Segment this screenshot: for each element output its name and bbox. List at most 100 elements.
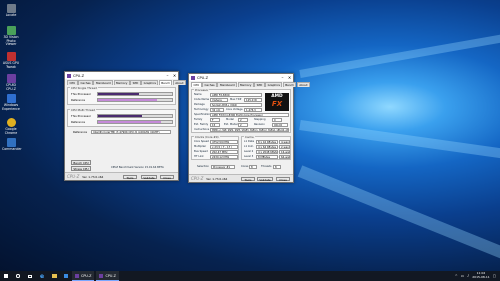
start-button[interactable] bbox=[0, 271, 12, 281]
close-button[interactable]: ✕ bbox=[286, 74, 293, 81]
network-icon[interactable]: ▭ bbox=[461, 274, 464, 278]
desktop-icon-photo-viewer[interactable]: 3D Vision Photo Viewer bbox=[2, 26, 20, 47]
spec-field: AMD FX(tm)-8300 Eight-Core Processor bbox=[210, 113, 289, 117]
tab-about[interactable]: About bbox=[296, 82, 311, 87]
clocks-group: Clocks (Core #0) Core Speed 4752.59 MHz … bbox=[191, 135, 239, 160]
taskbar: e CPU-Z CPU-Z ^ ▭ ♪ 11:02 2015-08-11 ▢ bbox=[0, 271, 500, 281]
technology-field: 32 nm bbox=[210, 108, 224, 112]
cpuz-app-icon bbox=[191, 75, 195, 80]
taskbar-app-cpuz-1[interactable]: CPU-Z bbox=[72, 271, 95, 281]
tools-button[interactable]: Tools bbox=[123, 175, 137, 180]
photo-viewer-icon bbox=[6, 26, 16, 35]
system-tray: ^ ▭ ♪ 11:02 2015-08-11 ▢ bbox=[455, 272, 500, 279]
processor-group: Processor Name AMD FX-8300 Code Name Vis… bbox=[191, 88, 291, 133]
single-ref-fill bbox=[98, 99, 158, 101]
tab-graphics[interactable]: Graphics bbox=[265, 82, 283, 87]
chevron-up-icon[interactable]: ^ bbox=[455, 274, 458, 278]
reference-row: Reference Intel(R) Core(TM) i7-4790K CPU… bbox=[73, 130, 171, 134]
desktop-icon-cpuz[interactable]: CPUID CPU-Z bbox=[2, 74, 20, 91]
stress-cpu-button[interactable]: Stress CPU bbox=[71, 166, 91, 171]
instructions-field: MMX(+), SSE, SSE2, SSE3, SSSE3, SSE4.1, … bbox=[210, 128, 289, 132]
desktop-icon-gpu-tweak[interactable]: ASUS GPU Tweak bbox=[2, 52, 20, 69]
name-field: AMD FX-8300 bbox=[210, 93, 262, 97]
voltage-field: 1.476 V bbox=[244, 108, 262, 112]
taskbar-app-cpuz-2[interactable]: CPU-Z bbox=[96, 271, 119, 281]
desktop-icon-windows-experience[interactable]: Windows Experience bbox=[2, 94, 20, 111]
tab-spd[interactable]: SPD bbox=[254, 82, 265, 87]
close-button[interactable]: ✕ bbox=[171, 72, 178, 79]
cpuz-app-icon bbox=[99, 273, 104, 278]
tab-mainboard[interactable]: Mainboard bbox=[217, 82, 238, 87]
single-ref-bar bbox=[97, 98, 173, 102]
tab-memory[interactable]: Memory bbox=[113, 80, 130, 85]
windows-logo-icon bbox=[3, 273, 9, 279]
multi-ref-fill bbox=[98, 121, 161, 123]
multi-thread-group: CPU Multi Thread This Processor Referenc… bbox=[67, 108, 176, 127]
tab-caches[interactable]: Caches bbox=[201, 82, 218, 87]
selection-dropdown[interactable]: Processor #1 bbox=[211, 165, 235, 169]
tab-about[interactable]: About bbox=[172, 80, 187, 85]
store-button[interactable] bbox=[60, 271, 72, 281]
tab-mainboard[interactable]: Mainboard bbox=[93, 80, 114, 85]
tab-spd[interactable]: SPD bbox=[130, 80, 141, 85]
validate-button[interactable]: Validate bbox=[141, 175, 157, 180]
tab-bar: CPU Caches Mainboard Memory SPD Graphics Bench… bbox=[189, 82, 311, 87]
cpuz-icon bbox=[6, 74, 16, 83]
edge-icon: e bbox=[39, 272, 45, 280]
window-titlebar[interactable]: CPU-Z – ✕ bbox=[189, 74, 293, 81]
volume-icon[interactable]: ♪ bbox=[467, 274, 469, 278]
store-icon bbox=[64, 274, 68, 278]
minimize-button[interactable]: – bbox=[279, 74, 286, 81]
tab-caches[interactable]: Caches bbox=[77, 80, 94, 85]
gpu-tweak-icon bbox=[6, 52, 16, 61]
task-view-button[interactable] bbox=[24, 271, 36, 281]
tab-bench[interactable]: Bench bbox=[282, 82, 297, 87]
search-icon bbox=[16, 274, 20, 278]
tab-cpu[interactable]: CPU bbox=[67, 80, 78, 85]
tab-memory[interactable]: Memory bbox=[237, 82, 254, 87]
cache-group: Cache L1 Data 8 x 16 KBytes 4-way L1 Ins… bbox=[241, 135, 291, 160]
cpuz-app-icon bbox=[67, 73, 71, 78]
cpuz-cpu-window: CPU-Z – ✕ CPU Caches Mainboard Memory SPD Gra… bbox=[188, 73, 311, 183]
edge-button[interactable]: e bbox=[36, 271, 48, 281]
cpuz-bench-window: CPU-Z – ✕ CPU Caches Mainboard Memory SPD Gra… bbox=[64, 71, 187, 181]
search-button[interactable] bbox=[12, 271, 24, 281]
single-thread-group: CPU Single Thread This Processor Referen… bbox=[67, 86, 176, 105]
close-footer-button[interactable]: Close bbox=[160, 175, 174, 180]
close-footer-button[interactable]: Close bbox=[276, 177, 290, 182]
desktop-icon-commander[interactable]: Commander bbox=[2, 138, 22, 152]
folder-icon bbox=[51, 274, 57, 278]
notification-icon[interactable]: ▢ bbox=[493, 274, 496, 278]
codename-field: Vishera bbox=[210, 98, 228, 102]
bench-cpu-button[interactable]: Bench CPU bbox=[71, 160, 91, 165]
windows-experience-icon bbox=[6, 94, 16, 103]
single-this-bar bbox=[97, 92, 173, 96]
multi-ref-bar bbox=[97, 120, 173, 124]
file-explorer-button[interactable] bbox=[48, 271, 60, 281]
bench-version-text: CPUZ Benchmark Version 15.01.64 BETA bbox=[111, 166, 164, 169]
window-footer: CPU-Z Ver. 1.73.0.x64 Tools Validate Clo… bbox=[65, 172, 178, 180]
cpuz-app-icon bbox=[75, 273, 79, 278]
minimize-button[interactable]: – bbox=[164, 72, 171, 79]
multi-this-fill bbox=[98, 115, 143, 117]
chrome-icon bbox=[6, 118, 16, 127]
tab-graphics[interactable]: Graphics bbox=[141, 80, 159, 85]
tab-bar: CPU Caches Mainboard Memory SPD Graphics Bench… bbox=[65, 80, 187, 85]
reference-select[interactable]: Intel(R) Core(TM) i7-4790K CPU @ 4.00GHz… bbox=[91, 130, 171, 134]
tools-button[interactable]: Tools bbox=[241, 177, 255, 182]
validate-button[interactable]: Validate bbox=[257, 177, 273, 182]
window-footer: CPU-Z Ver. 1.73.0.x64 Tools Validate Clo… bbox=[189, 174, 293, 182]
tab-cpu[interactable]: CPU bbox=[191, 82, 202, 87]
single-this-row: This Processor bbox=[71, 92, 173, 96]
package-field: Socket AM3+ (942) bbox=[210, 103, 262, 107]
clock[interactable]: 11:02 2015-08-11 bbox=[472, 272, 489, 279]
maxtdp-field: 125.0 W bbox=[244, 98, 262, 102]
desktop-icon-chrome[interactable]: Google Chrome bbox=[2, 118, 20, 135]
window-titlebar[interactable]: CPU-Z – ✕ bbox=[65, 72, 178, 79]
amd-fx-logo: AMD FX bbox=[265, 93, 289, 111]
tab-bench[interactable]: Bench bbox=[158, 80, 173, 85]
single-this-fill bbox=[98, 93, 139, 95]
multi-this-bar bbox=[97, 114, 173, 118]
desktop-icon-locate[interactable]: Locate bbox=[2, 4, 20, 18]
commander-icon bbox=[6, 138, 16, 147]
